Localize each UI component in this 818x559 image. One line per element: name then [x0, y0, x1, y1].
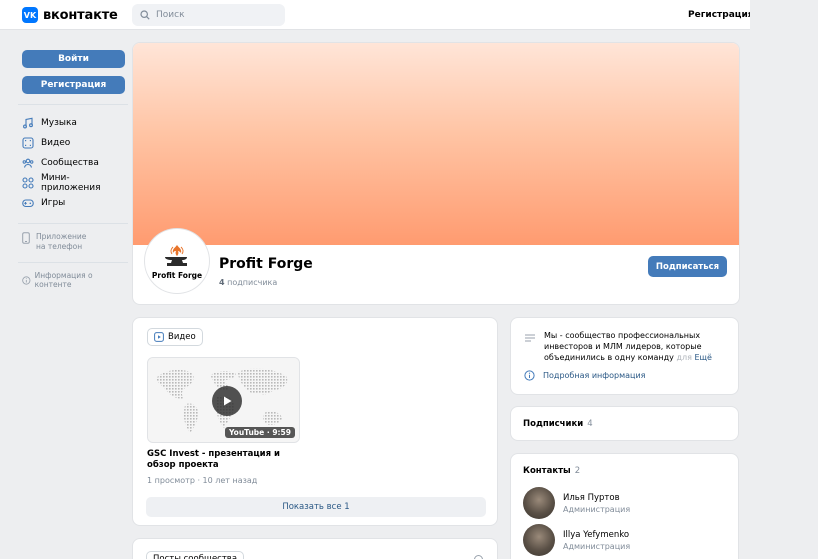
video-meta: 1 просмотр · 10 лет назад: [147, 476, 258, 485]
profile-card: Profit Forge Profit Forge 4 подписчика П…: [132, 42, 740, 305]
contact-item[interactable]: Илья Пуртов Администрация: [523, 487, 630, 519]
header-register-link[interactable]: Регистрация: [688, 10, 754, 20]
sidebar-item-label: Сообщества: [41, 158, 99, 168]
content-info-label: Информация о контенте: [34, 271, 93, 289]
mobile-app-line2: на телефон: [36, 242, 83, 251]
vk-logo-text: вконтакте: [43, 7, 118, 23]
tab-video[interactable]: Видео: [147, 328, 203, 346]
community-name: Profit Forge: [219, 256, 313, 272]
posts-section: Посты сообщества: [132, 538, 498, 559]
avatar[interactable]: [523, 487, 555, 519]
sidebar-item-label: Игры: [41, 198, 66, 208]
content-info-link[interactable]: Информация о контенте: [22, 271, 128, 289]
sidebar-item-music[interactable]: Музыка: [22, 113, 128, 133]
about-more-link[interactable]: Ещё: [694, 353, 712, 362]
vk-logo[interactable]: VK вконтакте: [22, 7, 118, 23]
about-description: Мы - сообщество профессиональных инвесто…: [544, 330, 734, 363]
contact-name[interactable]: Illya Yefymenko: [563, 530, 630, 540]
subscribers-count: 4: [587, 419, 593, 429]
contacts-section: Контакты 2 Илья Пуртов Администрация Illy…: [510, 453, 739, 559]
video-tab-label: Видео: [168, 332, 196, 342]
detailed-info-link[interactable]: Подробная информация: [524, 370, 645, 381]
contact-role: Администрация: [563, 541, 631, 551]
vk-logo-icon: VK: [22, 7, 38, 23]
top-header: VK вконтакте Регистрация: [0, 0, 754, 30]
sidebar-item-communities[interactable]: Сообщества: [22, 153, 128, 173]
sidebar-divider: [18, 104, 128, 105]
about-section: Мы - сообщество профессиональных инвесто…: [510, 317, 739, 395]
contact-role: Администрация: [563, 504, 631, 514]
video-icon: [22, 137, 34, 149]
cover-image: [133, 43, 739, 245]
search-input[interactable]: [156, 10, 276, 20]
avatar[interactable]: [523, 524, 555, 556]
video-section: Видео YouTube · 9:59 GSC Invest - презен…: [132, 317, 498, 526]
phone-icon: [22, 232, 30, 244]
sidebar-divider: [18, 262, 128, 263]
sidebar-item-video[interactable]: Видео: [22, 133, 128, 153]
page-margin: [750, 0, 818, 559]
sidebar-item-mini-apps[interactable]: Мини-приложения: [22, 173, 128, 193]
subscribers-section[interactable]: Подписчики 4: [510, 406, 739, 441]
register-button[interactable]: Регистрация: [22, 76, 125, 94]
subscribe-button[interactable]: Подписаться: [648, 256, 727, 277]
sidebar-item-games[interactable]: Игры: [22, 193, 128, 213]
info-icon: [524, 370, 535, 381]
detailed-info-label: Подробная информация: [543, 371, 646, 380]
subscriber-count[interactable]: 4 подписчика: [219, 278, 277, 287]
contacts-title[interactable]: Контакты 2: [523, 466, 580, 476]
sidebar-item-label: Видео: [41, 138, 71, 148]
communities-icon: [22, 158, 34, 168]
mobile-app-line1: Приложение: [36, 232, 87, 241]
search-posts-icon[interactable]: [474, 555, 483, 559]
contact-item[interactable]: Illya Yefymenko Администрация: [523, 524, 630, 556]
subscriber-number: 4: [219, 278, 225, 287]
play-button[interactable]: [212, 386, 242, 416]
mobile-app-link[interactable]: Приложение на телефон: [22, 232, 128, 252]
show-all-videos-button[interactable]: Показать все 1: [146, 497, 486, 517]
anvil-logo-icon: [165, 244, 187, 266]
games-icon: [22, 199, 34, 208]
subscribers-title-label: Подписчики: [523, 419, 584, 429]
contact-name[interactable]: Илья Пуртов: [563, 493, 630, 503]
tab-posts[interactable]: Посты сообщества: [146, 551, 245, 559]
community-avatar[interactable]: Profit Forge: [145, 229, 209, 293]
sidebar-item-label: Музыка: [41, 118, 77, 128]
mini-apps-icon: [22, 177, 34, 189]
video-title-link[interactable]: GSC Invest - презентация и обзор проекта: [147, 449, 307, 471]
subscriber-label: подписчика: [227, 278, 278, 287]
avatar-caption: Profit Forge: [151, 270, 203, 280]
search-box[interactable]: [132, 4, 285, 26]
video-thumbnail[interactable]: YouTube · 9:59: [147, 357, 300, 443]
video-tab-icon: [154, 332, 164, 342]
play-icon: [224, 396, 232, 406]
left-sidebar: Войти Регистрация Музыка Видео Сообществ…: [18, 50, 128, 289]
search-icon: [140, 10, 150, 20]
subscribers-title: Подписчики 4: [523, 419, 593, 429]
contacts-title-label: Контакты: [523, 466, 571, 476]
sidebar-item-label: Мини-приложения: [41, 173, 101, 193]
info-icon: [22, 275, 31, 285]
music-icon: [23, 117, 33, 129]
contacts-count: 2: [574, 466, 581, 476]
video-duration-badge: YouTube · 9:59: [224, 427, 295, 438]
sidebar-divider: [18, 223, 128, 224]
about-description-fade: для: [676, 353, 692, 362]
description-icon: [525, 334, 535, 342]
login-button[interactable]: Войти: [22, 50, 125, 68]
